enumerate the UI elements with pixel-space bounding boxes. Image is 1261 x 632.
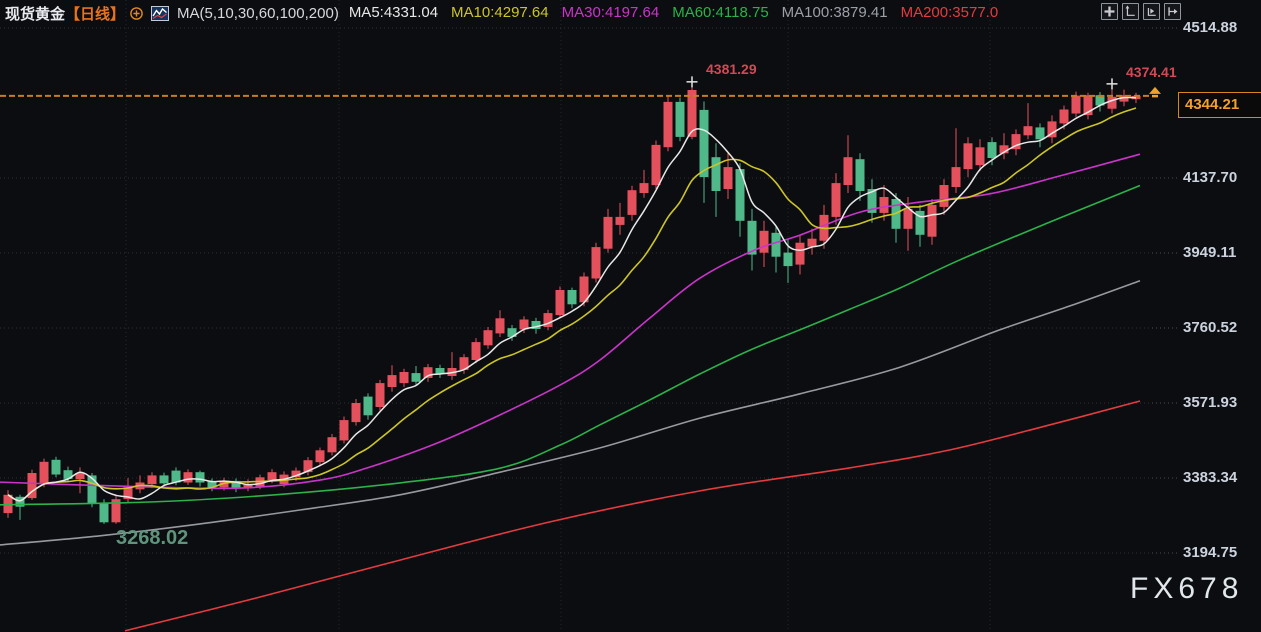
last-price-value: 4344.21 <box>1185 96 1239 113</box>
swing-high-annotation: 4374.41 <box>1126 64 1177 80</box>
x-axis-scale-icon[interactable] <box>1143 3 1160 20</box>
cursor-cross-marker <box>1107 78 1118 89</box>
cursor-cross-marker <box>687 76 698 87</box>
y-axis-scale-icon[interactable] <box>1122 3 1139 20</box>
y-axis-label: 4137.70 <box>1183 169 1237 186</box>
candlestick-chart-canvas[interactable] <box>0 0 1261 632</box>
trading-chart-window: 现货黄金 【日线】 MA(5,10,30,60,100,200) MA5:433… <box>0 0 1261 632</box>
circle-plus-icon[interactable] <box>129 6 144 21</box>
indicator-chart-icon[interactable] <box>151 6 169 21</box>
last-price-box: 4344.21 <box>1178 92 1261 118</box>
y-axis-label: 3571.93 <box>1183 394 1237 411</box>
watermark: FX678 <box>1130 572 1243 606</box>
swing-high-annotation: 4381.29 <box>706 61 757 77</box>
chart-toolbar <box>1101 3 1181 20</box>
y-axis-label: 3760.52 <box>1183 319 1237 336</box>
ma-legend-item: MA10:4297.64 <box>451 4 549 21</box>
price-alert-arrow-icon <box>1149 87 1161 98</box>
swing-low-annotation: 3268.02 <box>116 527 188 550</box>
ma-legend-item: MA5:4331.04 <box>349 4 438 21</box>
ma-legend-item: MA200:3577.0 <box>901 4 999 21</box>
y-axis-label: 3194.75 <box>1183 544 1237 561</box>
timeframe-label[interactable]: 【日线】 <box>65 3 125 24</box>
ma-legend-item: MA30:4197.64 <box>562 4 660 21</box>
ma-legend-item: MA60:4118.75 <box>672 4 768 21</box>
jump-to-latest-icon[interactable] <box>1164 3 1181 20</box>
instrument-name: 现货黄金 <box>5 3 65 24</box>
y-axis-label: 3383.34 <box>1183 469 1237 486</box>
y-axis-label: 3949.11 <box>1183 244 1236 261</box>
ma-overlay-label: MA(5,10,30,60,100,200) <box>177 5 339 22</box>
chart-header: 现货黄金 【日线】 MA(5,10,30,60,100,200) MA5:433… <box>5 3 1011 23</box>
ma-legend: MA5:4331.04 MA10:4297.64 MA30:4197.64 MA60:… <box>349 4 1011 22</box>
ma-legend-item: MA100:3879.41 <box>782 4 888 21</box>
crosshair-tool-icon[interactable] <box>1101 3 1118 20</box>
y-axis-label: 4514.88 <box>1183 19 1237 36</box>
